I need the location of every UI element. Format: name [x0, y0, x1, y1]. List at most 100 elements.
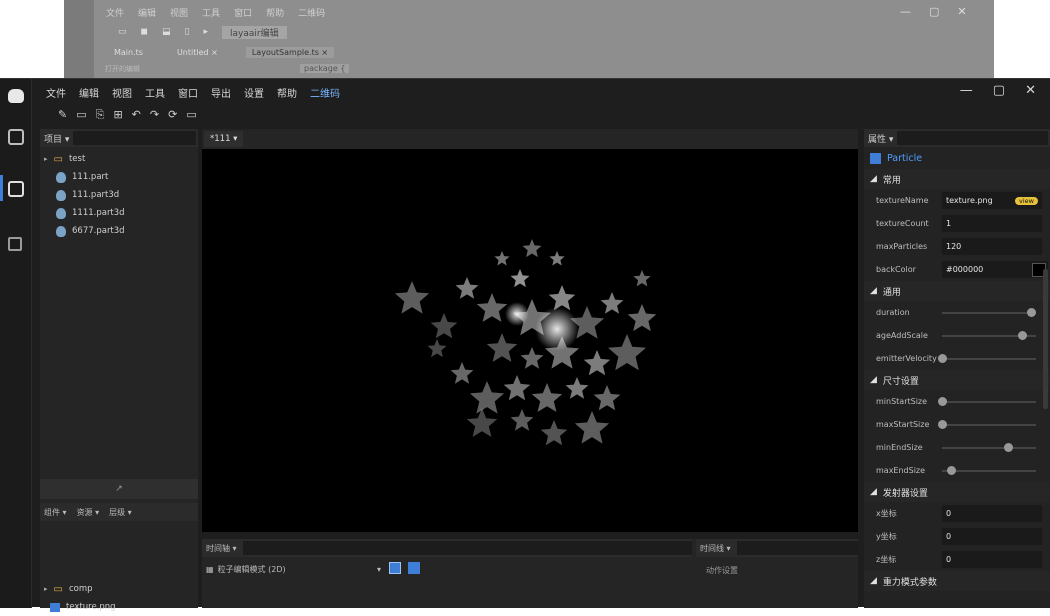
section-basic[interactable]: ◢ 常用 — [864, 169, 1050, 189]
component-title: Particle — [864, 147, 1050, 169]
new-file-icon[interactable]: ▭ — [76, 108, 86, 122]
menu-settings[interactable]: 设置 — [244, 85, 264, 100]
save-icon[interactable]: ⎘ — [96, 108, 105, 122]
collapse-icon[interactable]: ◢ — [870, 174, 877, 184]
section-label: 通用 — [882, 287, 901, 298]
maximize-icon[interactable]: ▢ — [993, 83, 1005, 98]
active-indicator — [0, 175, 3, 201]
tree-folder-test[interactable]: ▸ ▭ test — [44, 150, 198, 168]
particle-star — [531, 383, 563, 412]
tree-file[interactable]: 111.part3d — [44, 186, 198, 204]
tree-file[interactable]: 1111.part3d — [44, 204, 198, 222]
tab-hierarchy[interactable]: 层级 ▾ — [109, 507, 132, 518]
minimize-icon[interactable]: — — [960, 83, 973, 98]
edit-icon[interactable] — [8, 181, 24, 197]
expand-icon[interactable]: ▸ — [44, 155, 48, 163]
properties-title[interactable]: 属性 ▾ — [868, 132, 893, 145]
prop-value-input[interactable]: #000000 — [942, 261, 1048, 278]
timeline-title[interactable]: 时间轴 ▾ — [206, 543, 237, 554]
menu-qrcode[interactable]: 二维码 — [310, 85, 340, 100]
prop-label: maxEndSize — [876, 466, 926, 475]
tree-folder-comp[interactable]: ▸ ▭ comp — [44, 580, 116, 598]
undo-icon[interactable]: ↶ — [132, 108, 141, 122]
menu-file[interactable]: 文件 — [46, 85, 66, 100]
refresh-icon[interactable]: ⟳ — [168, 108, 177, 122]
menu-view[interactable]: 视图 — [112, 85, 132, 100]
particle-stars — [394, 239, 657, 446]
prop-value-input[interactable]: texture.png view — [942, 192, 1042, 209]
ageAddScale-slider[interactable] — [942, 330, 1036, 340]
collapse-icon[interactable]: ◢ — [870, 576, 877, 586]
collapse-icon[interactable]: ◢ — [870, 286, 877, 296]
bg-menu-item: 工具 — [202, 8, 221, 19]
timeline-right-input[interactable] — [736, 541, 858, 555]
tab-111[interactable]: *111 ▾ — [204, 131, 244, 147]
slider-knob[interactable] — [1017, 330, 1027, 340]
save-all-icon[interactable]: ⊞ — [113, 108, 122, 122]
properties-search[interactable] — [897, 131, 1048, 145]
code-icon[interactable] — [8, 129, 24, 145]
prop-value-input[interactable]: 1 — [942, 215, 1042, 232]
timeline-input[interactable] — [242, 541, 692, 555]
mode-select[interactable]: ▦ 粒子编辑模式 (2D) ▾ — [206, 561, 381, 577]
prop-value-input[interactable]: 0 — [942, 528, 1042, 545]
prop-value: #000000 — [946, 265, 984, 274]
section-emit[interactable]: ◢ 发射器设置 — [864, 482, 1050, 502]
bg-tab: Main.ts — [114, 47, 143, 57]
prop-textureName: textureName texture.png view — [864, 189, 1050, 212]
project-panel-title[interactable]: 项目 ▾ — [44, 132, 69, 145]
tree-file[interactable]: texture.png — [44, 598, 116, 616]
menu-help[interactable]: 帮助 — [277, 85, 297, 100]
particle-preview-canvas[interactable] — [202, 149, 858, 532]
timeline-right-title[interactable]: 时间线 ▾ — [700, 543, 731, 554]
slider-knob[interactable] — [947, 465, 957, 475]
section-size[interactable]: ◢ 尺寸设置 — [864, 370, 1050, 390]
minEndSize-slider[interactable] — [942, 442, 1036, 452]
project-tree: ▸ ▭ test 111.part 111.part3d 1111.part3d… — [40, 147, 198, 240]
prop-value-input[interactable]: 0 — [942, 551, 1042, 568]
prop-label: y坐标 — [876, 532, 897, 541]
close-icon[interactable]: ✕ — [1025, 83, 1036, 98]
ide-window: 文件 编辑 视图 工具 窗口 导出 设置 帮助 二维码 — ▢ ✕ ✎ ▭ ⎘ … — [0, 78, 1050, 612]
stop-toggle[interactable] — [408, 562, 420, 574]
menu-window[interactable]: 窗口 — [178, 85, 198, 100]
emitterVelocity-slider[interactable] — [938, 353, 1036, 363]
new-icon[interactable]: ✎ — [58, 108, 67, 122]
slider-knob[interactable] — [1027, 307, 1037, 317]
maxEndSize-slider[interactable] — [942, 465, 1036, 475]
redo-icon[interactable]: ↷ — [150, 108, 159, 122]
prop-value-input[interactable]: 120 — [942, 238, 1042, 255]
scene-editor: *111 ▾ 时间轴 ▾ ▦ 粒子编辑模式 (2D) ▾ 时间线 ▾ 动作设置 — [202, 129, 858, 608]
file-label: 1111.part3d — [72, 208, 125, 218]
slider-knob[interactable] — [1003, 442, 1013, 452]
duration-slider[interactable] — [942, 307, 1037, 317]
tab-components[interactable]: 组件 ▾ — [44, 507, 67, 518]
slider-knob[interactable] — [938, 353, 947, 363]
project-search-input[interactable] — [73, 131, 196, 145]
tree-file[interactable]: 111.part — [44, 168, 198, 186]
menu-export[interactable]: 导出 — [211, 85, 231, 100]
view-badge[interactable]: view — [1015, 196, 1038, 205]
tab-resources[interactable]: 资源 ▾ — [77, 507, 100, 518]
play-toggle[interactable] — [389, 562, 401, 574]
pin-icon[interactable]: ↗ — [115, 484, 123, 494]
image-file-icon — [50, 602, 60, 612]
properties-scrollbar[interactable] — [1043, 269, 1048, 409]
menu-edit[interactable]: 编辑 — [79, 85, 99, 100]
layers-icon[interactable] — [8, 237, 22, 251]
section-gravity[interactable]: ◢ 重力模式参数 — [864, 571, 1050, 591]
page-icon[interactable]: ▭ — [186, 108, 196, 122]
prop-value-input[interactable]: 0 — [942, 505, 1042, 522]
minStartSize-slider[interactable] — [938, 396, 1036, 406]
collapse-icon[interactable]: ◢ — [870, 375, 877, 385]
menu-tools[interactable]: 工具 — [145, 85, 165, 100]
tree-file[interactable]: 6677.part3d — [44, 222, 198, 240]
section-general[interactable]: ◢ 通用 — [864, 281, 1050, 301]
maxStartSize-slider[interactable] — [938, 419, 1036, 429]
panel-splitter[interactable]: ↗ — [40, 479, 198, 499]
expand-icon[interactable]: ▸ — [44, 585, 48, 593]
timeline-right-header: 时间线 ▾ — [696, 539, 858, 557]
slider-knob[interactable] — [938, 419, 947, 429]
slider-knob[interactable] — [938, 396, 947, 406]
collapse-icon[interactable]: ◢ — [870, 487, 877, 497]
